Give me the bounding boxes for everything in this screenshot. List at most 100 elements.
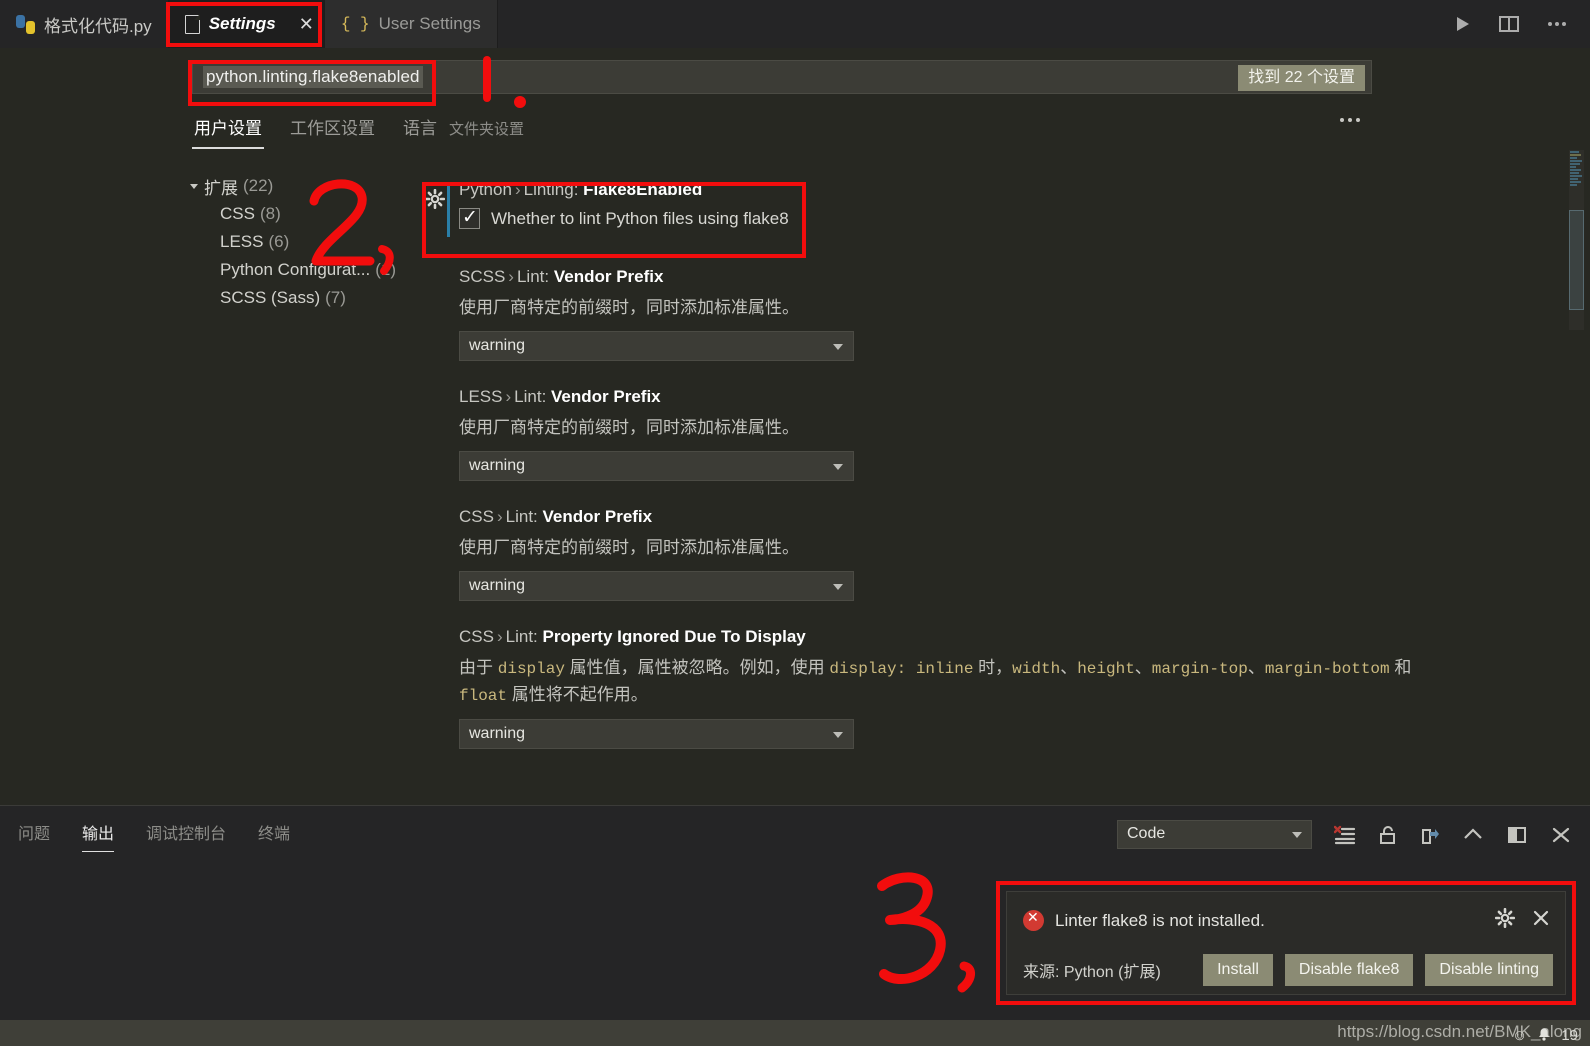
setting-description: 使用厂商特定的前缀时，同时添加标准属性。	[459, 298, 799, 317]
setting-css-lint-vendor-prefix[interactable]: CSS › Lint: Vendor Prefix 使用厂商特定的前缀时，同时添加标…	[425, 507, 1425, 601]
notification-message: Linter flake8 is not installed.	[1055, 910, 1265, 930]
setting-title: LESS › Lint: Vendor Prefix	[459, 387, 1425, 407]
css-vendor-prefix-select[interactable]: warning	[459, 571, 854, 601]
disable-linting-button[interactable]: Disable linting	[1425, 954, 1553, 986]
setting-css-lint-property-ignored-due-to-display[interactable]: CSS › Lint: Property Ignored Due To Displa…	[425, 627, 1425, 749]
smiley-icon: ☺	[1511, 1027, 1528, 1044]
gear-icon[interactable]	[1494, 907, 1516, 933]
flake8-enabled-checkbox[interactable]	[459, 206, 480, 229]
tab-user-settings-scope[interactable]: 用户设置	[192, 112, 264, 149]
scss-vendor-prefix-select[interactable]: warning	[459, 331, 854, 361]
vscode-window: 格式化代码.py Settings ✕ { } User Settings py…	[0, 0, 1590, 1046]
split-editor-icon[interactable]	[1498, 14, 1520, 34]
panel-tab-problems[interactable]: 问题	[18, 820, 50, 852]
json-braces-icon: { }	[340, 15, 370, 33]
maximize-panel-icon[interactable]	[1506, 825, 1528, 845]
tab-label: 格式化代码.py	[44, 16, 152, 36]
setting-group: Lint:	[505, 507, 538, 526]
select-value: Code	[1127, 825, 1166, 842]
setting-description: Whether to lint Python files using flake…	[491, 208, 789, 228]
setting-title: CSS › Lint: Property Ignored Due To Displa…	[459, 627, 1425, 647]
text-span: 、	[1247, 658, 1265, 677]
setting-key-name: Vendor Prefix	[542, 507, 653, 526]
bell-icon[interactable]	[1536, 1025, 1552, 1046]
settings-list: Python›Linting: Flake8Enabled Whether to…	[424, 180, 1425, 775]
tree-node-label: LESS	[220, 232, 264, 251]
tree-node-less[interactable]: LESS (6)	[190, 228, 400, 256]
css-property-ignored-select[interactable]: warning	[459, 719, 854, 749]
notification-count: 19	[1561, 1027, 1578, 1044]
tree-node-extensions[interactable]: 扩展 (22)	[190, 172, 400, 200]
lock-scroll-icon[interactable]	[1378, 825, 1398, 845]
tree-node-scss-sass[interactable]: SCSS (Sass) (7)	[190, 284, 400, 312]
notification-toast[interactable]: Linter flake8 is not installed.	[1006, 891, 1566, 995]
tab-folder-settings-scope[interactable]: 文件夹设置	[447, 116, 526, 147]
tree-node-label: SCSS (Sass)	[220, 288, 321, 307]
close-panel-icon[interactable]	[1550, 825, 1572, 845]
tab-label: User Settings	[378, 14, 481, 33]
less-vendor-prefix-select[interactable]: warning	[459, 451, 854, 481]
text-span: 由于	[459, 658, 498, 677]
minimap-scrollbar-thumb[interactable]	[1569, 210, 1584, 310]
editor-actions	[1452, 0, 1590, 48]
run-icon[interactable]	[1452, 14, 1472, 34]
chevron-down-icon	[190, 183, 198, 189]
text-span: 属性将不起作用。	[507, 685, 648, 704]
setting-separator: ›	[505, 387, 512, 406]
disable-flake8-button[interactable]: Disable flake8	[1284, 954, 1414, 986]
tree-node-count: (8)	[259, 204, 281, 223]
setting-scope: CSS	[459, 507, 494, 526]
collapse-panel-icon[interactable]	[1462, 825, 1484, 845]
panel-tab-debug-console[interactable]: 调试控制台	[146, 820, 226, 852]
clear-output-icon[interactable]	[1334, 825, 1356, 845]
tab-user-settings[interactable]: { } User Settings	[324, 0, 498, 48]
settings-category-tree: 扩展 (22) CSS (8) LESS (6) Python Configur…	[190, 172, 400, 312]
install-button[interactable]: Install	[1203, 954, 1273, 986]
tree-node-css[interactable]: CSS (8)	[190, 200, 400, 228]
gear-icon[interactable]	[424, 188, 446, 214]
setting-description: 使用厂商特定的前缀时，同时添加标准属性。	[459, 538, 799, 557]
setting-key-name: Flake8Enabled	[583, 180, 703, 199]
close-icon[interactable]	[1531, 908, 1551, 933]
setting-python-linting-flake8enabled[interactable]: Python›Linting: Flake8Enabled Whether to…	[424, 180, 1425, 237]
chevron-down-icon	[833, 344, 843, 350]
tab-workspace-settings-scope[interactable]: 工作区设置	[288, 112, 377, 147]
more-actions-icon[interactable]	[1546, 14, 1568, 34]
setting-scss-lint-vendor-prefix[interactable]: SCSS › Lint: Vendor Prefix 使用厂商特定的前缀时，同时添加…	[425, 267, 1425, 361]
panel-tab-terminal[interactable]: 终端	[258, 820, 290, 852]
tab-settings[interactable]: Settings ✕	[168, 0, 325, 48]
notification-source: 来源: Python (扩展)	[1023, 964, 1161, 981]
setting-checkbox-row[interactable]: Whether to lint Python files using flake…	[459, 206, 1425, 229]
panel-tab-output[interactable]: 输出	[82, 820, 115, 852]
open-in-editor-icon[interactable]	[1420, 825, 1440, 845]
setting-separator: ›	[496, 627, 503, 646]
tab-language-scope[interactable]: 语言	[401, 112, 439, 147]
setting-scope: SCSS	[459, 267, 506, 286]
setting-title: Python › Linting: Flake8Enabled	[459, 180, 1425, 200]
notification-header-actions	[1494, 907, 1551, 933]
search-input-value: python.linting.flake8enabled	[203, 66, 423, 88]
text-span: 、	[1134, 658, 1152, 677]
setting-scope: Python	[459, 180, 512, 199]
tree-node-count: (22)	[243, 176, 274, 195]
tab-label: Settings	[208, 14, 276, 33]
search-input[interactable]: python.linting.flake8enabled 找到 22 个设置	[192, 60, 1372, 94]
setting-key-name: Property Ignored Due To Display	[542, 627, 806, 646]
tree-node-count: (1)	[375, 260, 397, 279]
select-value: warning	[469, 337, 526, 354]
setting-less-lint-vendor-prefix[interactable]: LESS › Lint: Vendor Prefix 使用厂商特定的前缀时，同时添加…	[425, 387, 1425, 481]
code-span: width	[1012, 660, 1061, 678]
notification-header: Linter flake8 is not installed.	[1023, 907, 1551, 933]
python-file-icon	[16, 14, 35, 34]
tree-node-python-configuration[interactable]: Python Configurat... (1)	[190, 256, 400, 284]
settings-search-row: python.linting.flake8enabled 找到 22 个设置	[0, 48, 1590, 110]
code-span: float	[459, 687, 508, 705]
settings-more-actions-icon[interactable]	[1340, 118, 1360, 122]
tab-formatted-code-py[interactable]: 格式化代码.py	[0, 0, 169, 48]
close-icon[interactable]: ✕	[299, 15, 314, 33]
setting-key-name: Vendor Prefix	[553, 267, 664, 286]
select-value: warning	[469, 577, 526, 594]
output-channel-select[interactable]: Code	[1117, 820, 1312, 849]
setting-key-name: Vendor Prefix	[551, 387, 661, 406]
text-span: 、	[1060, 658, 1078, 677]
